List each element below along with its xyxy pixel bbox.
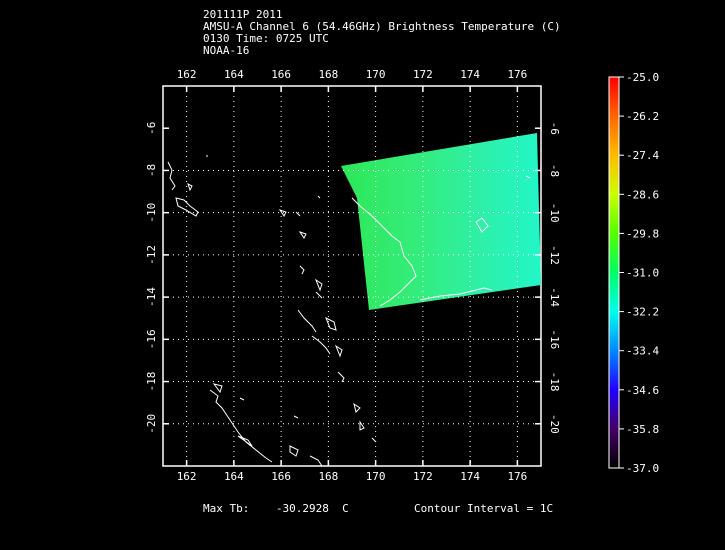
max-tb-readout: Max Tb: -30.2928 C	[203, 502, 349, 515]
max-tb-unit: C	[342, 502, 349, 515]
max-tb-value: -30.2928	[275, 502, 329, 515]
lon-label-top: 170	[366, 68, 386, 81]
contour-interval: Contour Interval = 1C	[414, 502, 554, 515]
lat-label-left: -8	[145, 164, 158, 177]
lat-label-right: -12	[548, 245, 561, 265]
lon-label-top: 166	[271, 68, 291, 81]
colorbar-label: -35.8	[626, 423, 659, 436]
lon-label-top: 176	[507, 68, 527, 81]
lat-label-right: -6	[548, 122, 561, 135]
lon-label-bottom: 172	[413, 470, 433, 483]
lon-label-top: 162	[177, 68, 197, 81]
map-figure: -25.0 -26.2 -27.4 -28.6 -29.8 -31.0 -32.2 -33.4…	[145, 68, 659, 483]
lon-label-bottom: 164	[224, 470, 244, 483]
max-tb-label: Max Tb:	[203, 502, 250, 515]
colorbar-label: -25.0	[626, 71, 659, 84]
lon-label-bottom: 168	[318, 470, 338, 483]
lat-label-left: -12	[145, 245, 158, 265]
lon-label-top: 164	[224, 68, 244, 81]
lat-label-right: -16	[548, 329, 561, 349]
colorbar-label: -33.4	[626, 345, 659, 358]
lon-label-bottom: 162	[177, 470, 197, 483]
lon-label-bottom: 176	[507, 470, 527, 483]
lon-label-bottom: 170	[366, 470, 386, 483]
lat-label-right: -20	[548, 414, 561, 434]
lat-label-right: -10	[548, 203, 561, 223]
colorbar-scale	[608, 76, 620, 469]
colorbar-label: -27.4	[626, 149, 659, 162]
lat-label-left: -14	[145, 287, 158, 307]
lat-label-right: -8	[548, 164, 561, 177]
lat-label-left: -18	[145, 372, 158, 392]
colorbar-label: -37.0	[626, 462, 659, 475]
colorbar-label: -29.8	[626, 227, 659, 240]
colorbar-label: -34.6	[626, 384, 659, 397]
lat-label-left: -20	[145, 414, 158, 434]
colorbar-label: -32.2	[626, 306, 659, 319]
colorbar-label: -26.2	[626, 110, 659, 123]
lon-label-bottom: 166	[271, 470, 291, 483]
lat-label-left: -6	[145, 122, 158, 135]
lat-label-right: -14	[548, 287, 561, 307]
lon-label-top: 168	[318, 68, 338, 81]
lat-label-left: -10	[145, 203, 158, 223]
colorbar-label: -28.6	[626, 188, 659, 201]
lon-label-bottom: 174	[460, 470, 480, 483]
lon-label-top: 174	[460, 68, 480, 81]
lat-label-right: -18	[548, 372, 561, 392]
lat-label-left: -16	[145, 329, 158, 349]
colorbar-label: -31.0	[626, 267, 659, 280]
lon-label-top: 172	[413, 68, 433, 81]
colorbar-labels: -25.0 -26.2 -27.4 -28.6 -29.8 -31.0 -32.2 -33.4…	[619, 71, 659, 475]
